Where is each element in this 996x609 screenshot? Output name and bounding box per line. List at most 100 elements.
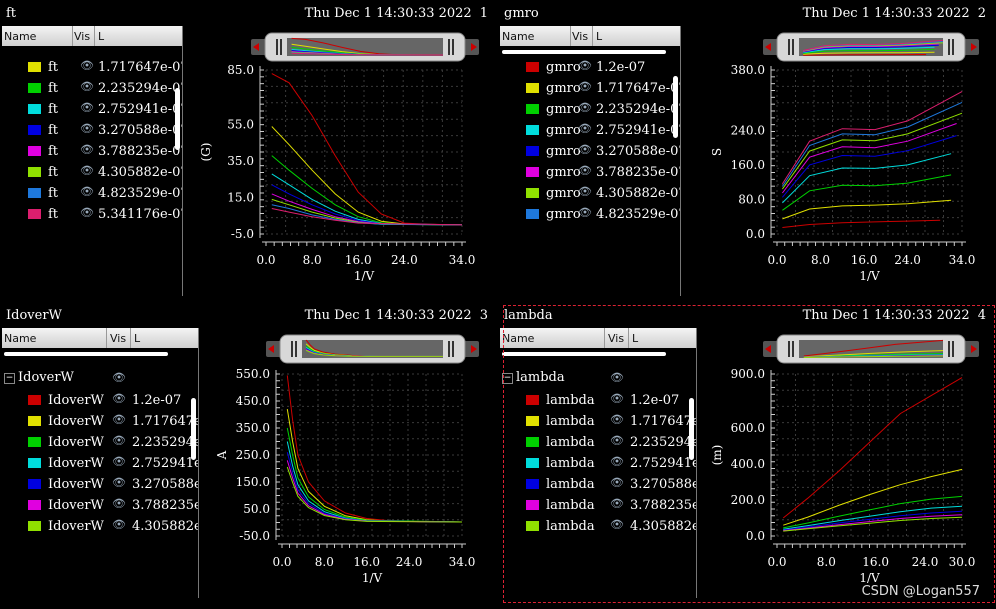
eye-icon[interactable]: 👁	[578, 185, 592, 198]
series-l-value: 1.717647e-07	[132, 414, 198, 429]
legend-row[interactable]: ft 👁 3.788235e-07	[2, 142, 183, 162]
legend-row[interactable]: ft 👁 3.270588e-07	[2, 121, 182, 141]
legend-row[interactable]: IdoverW 👁 2.752941e-07	[2, 454, 198, 474]
legend-header: Name Vis L	[2, 26, 182, 46]
collapse-toggle-icon[interactable]: −	[4, 373, 15, 384]
eye-icon[interactable]: 👁	[112, 455, 126, 468]
eye-icon[interactable]: 👁	[578, 164, 592, 177]
series-l-value: 4.823529e-07	[98, 186, 183, 201]
legend-row[interactable]: IdoverW 👁 1.2e-07	[2, 391, 181, 411]
series-l-value: 3.788235e-07	[132, 498, 198, 513]
eye-icon[interactable]: 👁	[112, 392, 126, 405]
eye-icon[interactable]: 👁	[578, 59, 592, 72]
series-swatch	[526, 83, 539, 93]
legend-row[interactable]: gmro 👁 1.2e-07	[500, 58, 678, 78]
legend-row[interactable]: gmro 👁 3.270588e-07	[500, 142, 680, 162]
legend-row[interactable]: gmro 👁 2.235294e-07	[500, 100, 681, 120]
series-swatch	[28, 458, 41, 468]
eye-icon[interactable]: 👁	[578, 101, 592, 114]
series-l-value: 1.2e-07	[596, 60, 646, 75]
series-name: IdoverW	[48, 477, 104, 492]
legend-row[interactable]: ft 👁 5.341176e-07	[2, 205, 183, 225]
eye-icon[interactable]: 👁	[80, 122, 94, 135]
eye-icon[interactable]: 👁	[112, 476, 126, 489]
legend-row[interactable]: gmro 👁 3.788235e-07	[500, 163, 680, 183]
eye-icon[interactable]: 👁	[578, 122, 592, 135]
legend-list[interactable]: Name Vis Lft 👁 1.717647e-07 ft 👁 2.235294e-07 ft…	[2, 26, 183, 296]
col-l: L	[134, 332, 141, 345]
col-divider	[570, 26, 571, 46]
legend-row[interactable]: IdoverW 👁 2.235294e-07	[2, 433, 198, 453]
series-swatch	[28, 416, 41, 426]
eye-icon[interactable]: 👁	[80, 101, 94, 114]
panel-title: IdoverW	[6, 308, 62, 323]
eye-icon[interactable]: 👁	[578, 143, 592, 156]
series-l-value: 1.717647e-07	[596, 81, 681, 96]
eye-icon[interactable]: 👁	[80, 185, 94, 198]
series-l-value: 3.270588e-07	[132, 477, 198, 492]
legend-hscrollbar[interactable]	[502, 50, 666, 54]
series-name: ft	[48, 144, 59, 159]
eye-icon[interactable]: 👁	[578, 80, 592, 93]
legend-row[interactable]: gmro 👁 4.823529e-07	[500, 205, 680, 225]
series-swatch	[526, 62, 539, 72]
legend-row[interactable]: IdoverW 👁 3.270588e-07	[2, 475, 198, 495]
series-name: gmro	[546, 60, 581, 75]
eye-icon[interactable]: 👁	[112, 497, 126, 510]
legend-list[interactable]: Name Vis Lgmro 👁 1.2e-07 gmro 👁 1.717647e-07 gmr…	[500, 26, 681, 296]
col-vis: Vis	[572, 30, 589, 43]
legend-row[interactable]: ft 👁 2.752941e-07	[2, 100, 182, 120]
panel-index: 1	[479, 6, 488, 21]
legend-row[interactable]: ft 👁 2.235294e-07	[2, 79, 182, 99]
legend-row[interactable]: IdoverW 👁 3.788235e-07	[2, 496, 198, 516]
legend-row[interactable]: ft 👁 1.717647e-07	[2, 58, 182, 78]
series-name: ft	[48, 123, 59, 138]
legend-row[interactable]: IdoverW 👁 1.717647e-07	[2, 412, 198, 432]
legend-row[interactable]: ft 👁 4.823529e-07	[2, 184, 183, 204]
panel-timestamp: Thu Dec 1 14:30:33 2022 1	[305, 6, 488, 21]
series-swatch	[28, 62, 41, 72]
legend-row[interactable]: gmro 👁 4.305882e-07	[500, 184, 681, 204]
series-name: gmro	[546, 102, 581, 117]
series-swatch	[28, 167, 41, 177]
eye-icon[interactable]: 👁	[80, 206, 94, 219]
series-l-value: 3.788235e-07	[98, 144, 183, 159]
legend-row[interactable]: IdoverW 👁 4.305882e-07	[2, 517, 198, 537]
series-l-value: 5.341176e-07	[98, 207, 183, 222]
col-name: Name	[4, 332, 37, 345]
col-divider	[592, 26, 593, 46]
eye-icon[interactable]: 👁	[80, 59, 94, 72]
legend-list[interactable]: Name Vis L − IdoverW 👁 IdoverW 👁 1.2e-07 IdoverW 👁…	[2, 328, 199, 598]
eye-icon[interactable]: 👁	[112, 518, 126, 531]
eye-icon[interactable]: 👁	[112, 371, 126, 384]
series-name: ft	[48, 165, 59, 180]
timestamp-text: Thu Dec 1 14:30:33 2022	[304, 308, 472, 323]
legend-hscrollbar[interactable]	[4, 352, 168, 356]
series-swatch	[28, 104, 41, 114]
eye-icon[interactable]: 👁	[80, 143, 94, 156]
series-l-value: 2.752941e-07	[132, 456, 198, 471]
legend-vscrollbar[interactable]	[191, 398, 196, 460]
eye-icon[interactable]: 👁	[112, 413, 126, 426]
series-swatch	[526, 104, 539, 114]
series-l-value: 4.305882e-07	[132, 519, 198, 534]
panel-ft: ft Thu Dec 1 14:30:33 2022 1 Name Vis L ft 👁 1.7…	[0, 0, 496, 300]
eye-icon[interactable]: 👁	[80, 164, 94, 177]
col-divider	[130, 328, 131, 348]
series-name: IdoverW	[48, 519, 104, 534]
series-swatch	[28, 521, 41, 531]
series-swatch	[526, 209, 539, 219]
series-l-value: 4.305882e-07	[596, 186, 681, 201]
eye-icon[interactable]: 👁	[112, 434, 126, 447]
series-l-value: 2.235294e-07	[596, 102, 681, 117]
legend-row[interactable]: gmro 👁 2.752941e-07	[500, 121, 680, 141]
series-name: gmro	[546, 144, 581, 159]
eye-icon[interactable]: 👁	[578, 206, 592, 219]
series-name: IdoverW	[48, 456, 104, 471]
legend-row[interactable]: ft 👁 4.305882e-07	[2, 163, 182, 183]
legend-group[interactable]: − IdoverW 👁	[4, 370, 126, 390]
col-name: Name	[4, 30, 37, 43]
eye-icon[interactable]: 👁	[80, 80, 94, 93]
legend-row[interactable]: gmro 👁 1.717647e-07	[500, 79, 681, 99]
panel-timestamp: Thu Dec 1 14:30:33 2022 2	[803, 6, 986, 21]
